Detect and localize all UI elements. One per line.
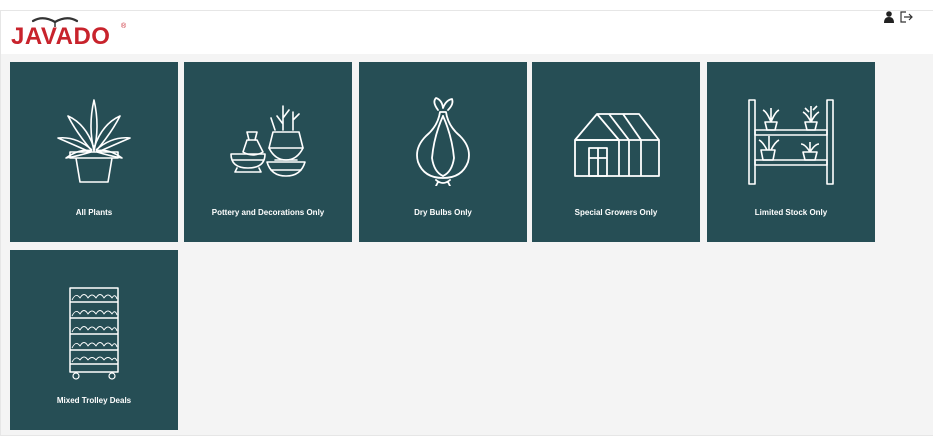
category-tile-limited-stock[interactable]: Limited Stock Only <box>707 62 875 242</box>
page-frame: JAVADO ® All Plants Pottery and Decorati… <box>0 10 933 436</box>
category-label: All Plants <box>75 208 113 217</box>
category-tile-all-plants[interactable]: All Plants <box>10 62 178 242</box>
registered-mark: ® <box>121 23 127 30</box>
category-tile-dry-bulbs[interactable]: Dry Bulbs Only <box>359 62 527 242</box>
potted-plant-icon <box>57 99 131 183</box>
category-label: Pottery and Decorations Only <box>211 208 325 217</box>
category-label: Special Growers Only <box>574 208 658 217</box>
logout-icon[interactable] <box>900 10 913 28</box>
category-label: Dry Bulbs Only <box>414 208 472 217</box>
user-icon[interactable] <box>884 10 894 28</box>
plant-trolley-icon <box>69 287 119 380</box>
category-tile-special-growers[interactable]: Special Growers Only <box>532 62 700 242</box>
pottery-vases-icon <box>230 105 306 177</box>
category-label: Limited Stock Only <box>754 208 828 217</box>
brand-name: JAVADO <box>11 23 111 50</box>
plant-shelf-icon <box>748 99 834 185</box>
category-label: Mixed Trolley Deals <box>56 396 132 405</box>
category-tile-mixed-trolley[interactable]: Mixed Trolley Deals <box>10 250 178 430</box>
category-tile-pottery-decorations[interactable]: Pottery and Decorations Only <box>184 62 352 242</box>
header: JAVADO ® <box>1 11 933 54</box>
header-actions <box>884 11 913 27</box>
javado-logo[interactable]: JAVADO ® <box>11 13 131 53</box>
greenhouse-icon <box>574 113 660 177</box>
onion-bulb-icon <box>416 97 470 186</box>
